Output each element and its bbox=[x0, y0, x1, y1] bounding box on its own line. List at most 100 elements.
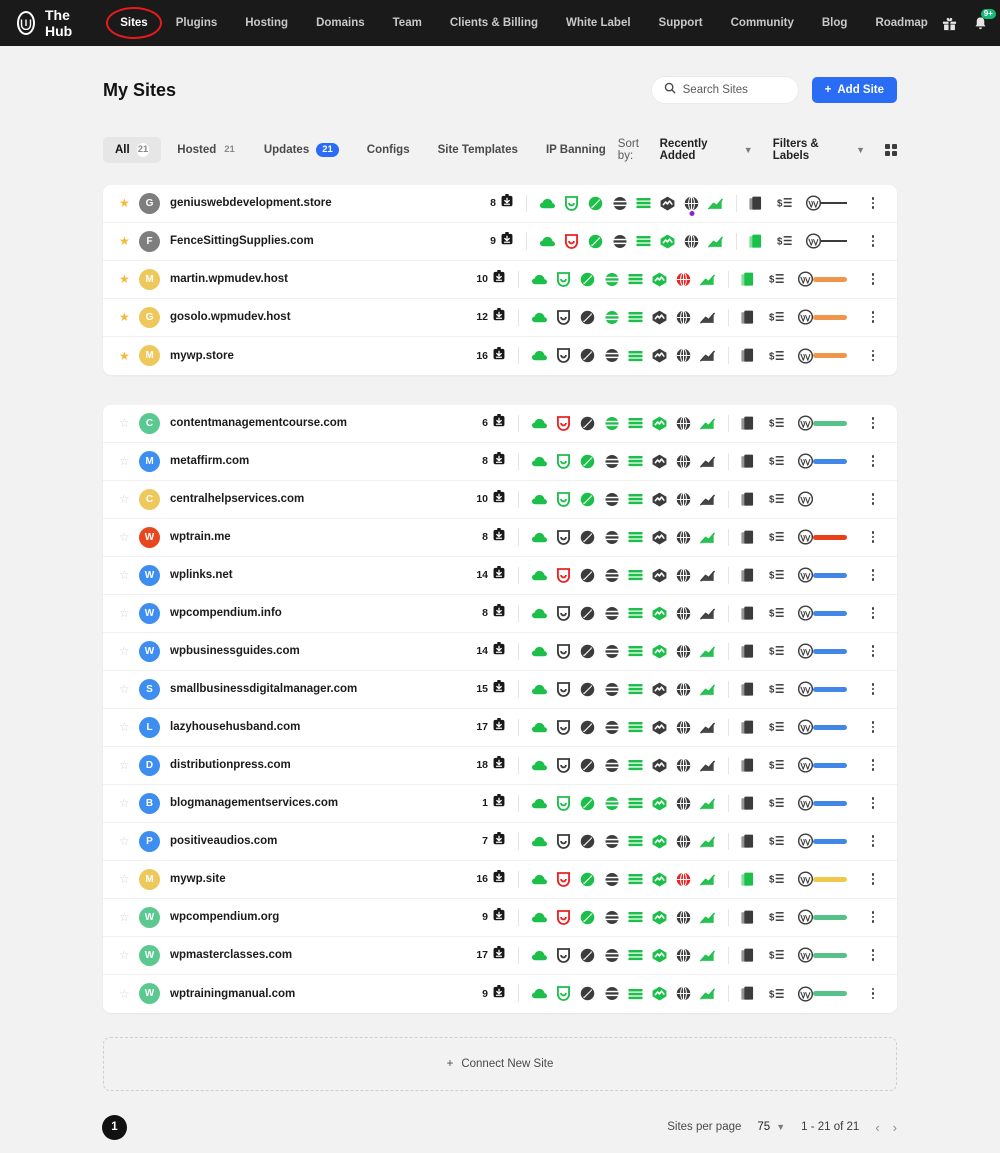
analytics-icon[interactable] bbox=[700, 348, 715, 363]
nav-item-domains[interactable]: Domains bbox=[302, 12, 379, 34]
cloud-icon[interactable] bbox=[532, 416, 547, 431]
hummingbird-icon[interactable] bbox=[604, 606, 619, 621]
billing-icon[interactable]: $ bbox=[769, 644, 784, 659]
site-name[interactable]: positiveaudios.com bbox=[170, 835, 459, 847]
billing-icon[interactable]: $ bbox=[769, 530, 784, 545]
pages-icon[interactable] bbox=[740, 834, 755, 849]
add-site-button[interactable]: + Add Site bbox=[811, 77, 897, 103]
smush-icon[interactable] bbox=[580, 416, 595, 431]
shield-icon[interactable] bbox=[556, 491, 571, 507]
cloud-icon[interactable] bbox=[532, 606, 547, 621]
shield-icon[interactable] bbox=[556, 909, 571, 925]
branda-icon[interactable] bbox=[660, 234, 675, 249]
wordpress-icon[interactable] bbox=[798, 719, 813, 735]
smartcrawl-icon[interactable] bbox=[676, 833, 691, 849]
smartcrawl-icon[interactable] bbox=[676, 719, 691, 735]
hummingbird-icon[interactable] bbox=[604, 758, 619, 773]
billing-icon[interactable]: $ bbox=[769, 948, 784, 963]
row-menu-button[interactable] bbox=[865, 797, 881, 809]
row-menu-button[interactable] bbox=[865, 273, 881, 285]
connect-new-site-button[interactable]: + Connect New Site bbox=[103, 1036, 897, 1091]
branda-icon[interactable] bbox=[652, 416, 667, 431]
favourite-star-icon[interactable]: ☆ bbox=[119, 834, 139, 848]
favourite-star-icon[interactable]: ☆ bbox=[119, 416, 139, 430]
hummingbird-icon[interactable] bbox=[604, 568, 619, 583]
analytics-icon[interactable] bbox=[708, 234, 723, 249]
smush-icon[interactable] bbox=[580, 872, 595, 887]
nav-item-clients-billing[interactable]: Clients & Billing bbox=[436, 12, 552, 34]
row-menu-button[interactable] bbox=[865, 531, 881, 543]
hummingbird-icon[interactable] bbox=[604, 834, 619, 849]
cloud-icon[interactable] bbox=[532, 834, 547, 849]
shield-icon[interactable] bbox=[564, 195, 579, 211]
smartcrawl-icon[interactable] bbox=[676, 453, 691, 469]
table-row[interactable]: ☆ Wwplinks.net 14 $ bbox=[103, 557, 897, 595]
smartcrawl-icon[interactable] bbox=[676, 271, 691, 287]
hummingbird-icon[interactable] bbox=[604, 310, 619, 325]
updates-count[interactable]: 16 bbox=[459, 870, 505, 888]
shield-icon[interactable] bbox=[556, 605, 571, 621]
pages-icon[interactable] bbox=[740, 796, 755, 811]
hummingbird-icon[interactable] bbox=[604, 720, 619, 735]
shield-icon[interactable] bbox=[556, 309, 571, 325]
billing-icon[interactable]: $ bbox=[769, 416, 784, 431]
updates-count[interactable]: 6 bbox=[459, 414, 505, 432]
favourite-star-icon[interactable]: ☆ bbox=[119, 758, 139, 772]
table-row[interactable]: ★ F FenceSittingSupplies.com 9 $ bbox=[103, 223, 897, 261]
favourite-star-icon[interactable]: ☆ bbox=[119, 606, 139, 620]
smartcrawl-icon[interactable] bbox=[676, 567, 691, 583]
table-row[interactable]: ☆ Wwptrainingmanual.com 9 $ bbox=[103, 975, 897, 1013]
favourite-star-icon[interactable]: ☆ bbox=[119, 720, 139, 734]
pages-icon[interactable] bbox=[740, 348, 755, 363]
favourite-star-icon[interactable]: ☆ bbox=[119, 568, 139, 582]
billing-icon[interactable]: $ bbox=[769, 272, 784, 287]
branda-icon[interactable] bbox=[660, 196, 675, 211]
hummingbird-icon[interactable] bbox=[604, 530, 619, 545]
row-menu-button[interactable] bbox=[865, 455, 881, 467]
smush-icon[interactable] bbox=[580, 568, 595, 583]
nav-item-support[interactable]: Support bbox=[645, 12, 717, 34]
shield-icon[interactable] bbox=[556, 348, 571, 363]
pages-icon[interactable] bbox=[740, 872, 755, 887]
row-menu-button[interactable] bbox=[865, 835, 881, 847]
wordpress-icon[interactable] bbox=[798, 795, 813, 811]
row-menu-button[interactable] bbox=[865, 417, 881, 429]
table-row[interactable]: ☆ Llazyhousehusband.com 17 $ bbox=[103, 709, 897, 747]
pages-icon[interactable] bbox=[740, 910, 755, 925]
branda-icon[interactable] bbox=[652, 986, 667, 1001]
pages-icon[interactable] bbox=[748, 196, 763, 211]
branda-icon[interactable] bbox=[652, 682, 667, 697]
shield-icon[interactable] bbox=[556, 719, 571, 735]
row-menu-button[interactable] bbox=[865, 949, 881, 961]
analytics-icon[interactable] bbox=[708, 196, 723, 211]
wordpress-icon[interactable] bbox=[806, 233, 821, 249]
smartcrawl-icon[interactable] bbox=[676, 909, 691, 925]
analytics-icon[interactable] bbox=[700, 310, 715, 325]
branda-icon[interactable] bbox=[652, 796, 667, 811]
wordpress-icon[interactable] bbox=[806, 195, 821, 211]
analytics-icon[interactable] bbox=[700, 530, 715, 545]
table-row[interactable]: ★ Mmywp.store 16 $ bbox=[103, 337, 897, 375]
row-menu-button[interactable] bbox=[865, 683, 881, 695]
site-name[interactable]: distributionpress.com bbox=[170, 759, 459, 771]
smush-icon[interactable] bbox=[580, 986, 595, 1001]
table-row[interactable]: ☆ Wwptrain.me 8 $ bbox=[103, 519, 897, 557]
hummingbird-icon[interactable] bbox=[612, 196, 627, 211]
defender-icon[interactable] bbox=[628, 416, 643, 431]
site-name[interactable]: wpbusinessguides.com bbox=[170, 645, 459, 657]
row-menu-button[interactable] bbox=[865, 721, 881, 733]
table-row[interactable]: ☆ Mmetaffirm.com 8 $ bbox=[103, 443, 897, 481]
branda-icon[interactable] bbox=[652, 492, 667, 507]
defender-icon[interactable] bbox=[628, 720, 643, 735]
updates-count[interactable]: 9 bbox=[459, 908, 505, 926]
table-row[interactable]: ☆ Ppositiveaudios.com 7 $ bbox=[103, 823, 897, 861]
wordpress-icon[interactable] bbox=[798, 605, 813, 621]
nav-item-team[interactable]: Team bbox=[379, 12, 436, 34]
shield-icon[interactable] bbox=[556, 871, 571, 887]
wordpress-icon[interactable] bbox=[798, 909, 813, 925]
smartcrawl-icon[interactable] bbox=[676, 605, 691, 621]
billing-icon[interactable]: $ bbox=[769, 872, 784, 887]
shield-icon[interactable] bbox=[556, 833, 571, 849]
smush-icon[interactable] bbox=[580, 834, 595, 849]
defender-icon[interactable] bbox=[636, 234, 651, 249]
